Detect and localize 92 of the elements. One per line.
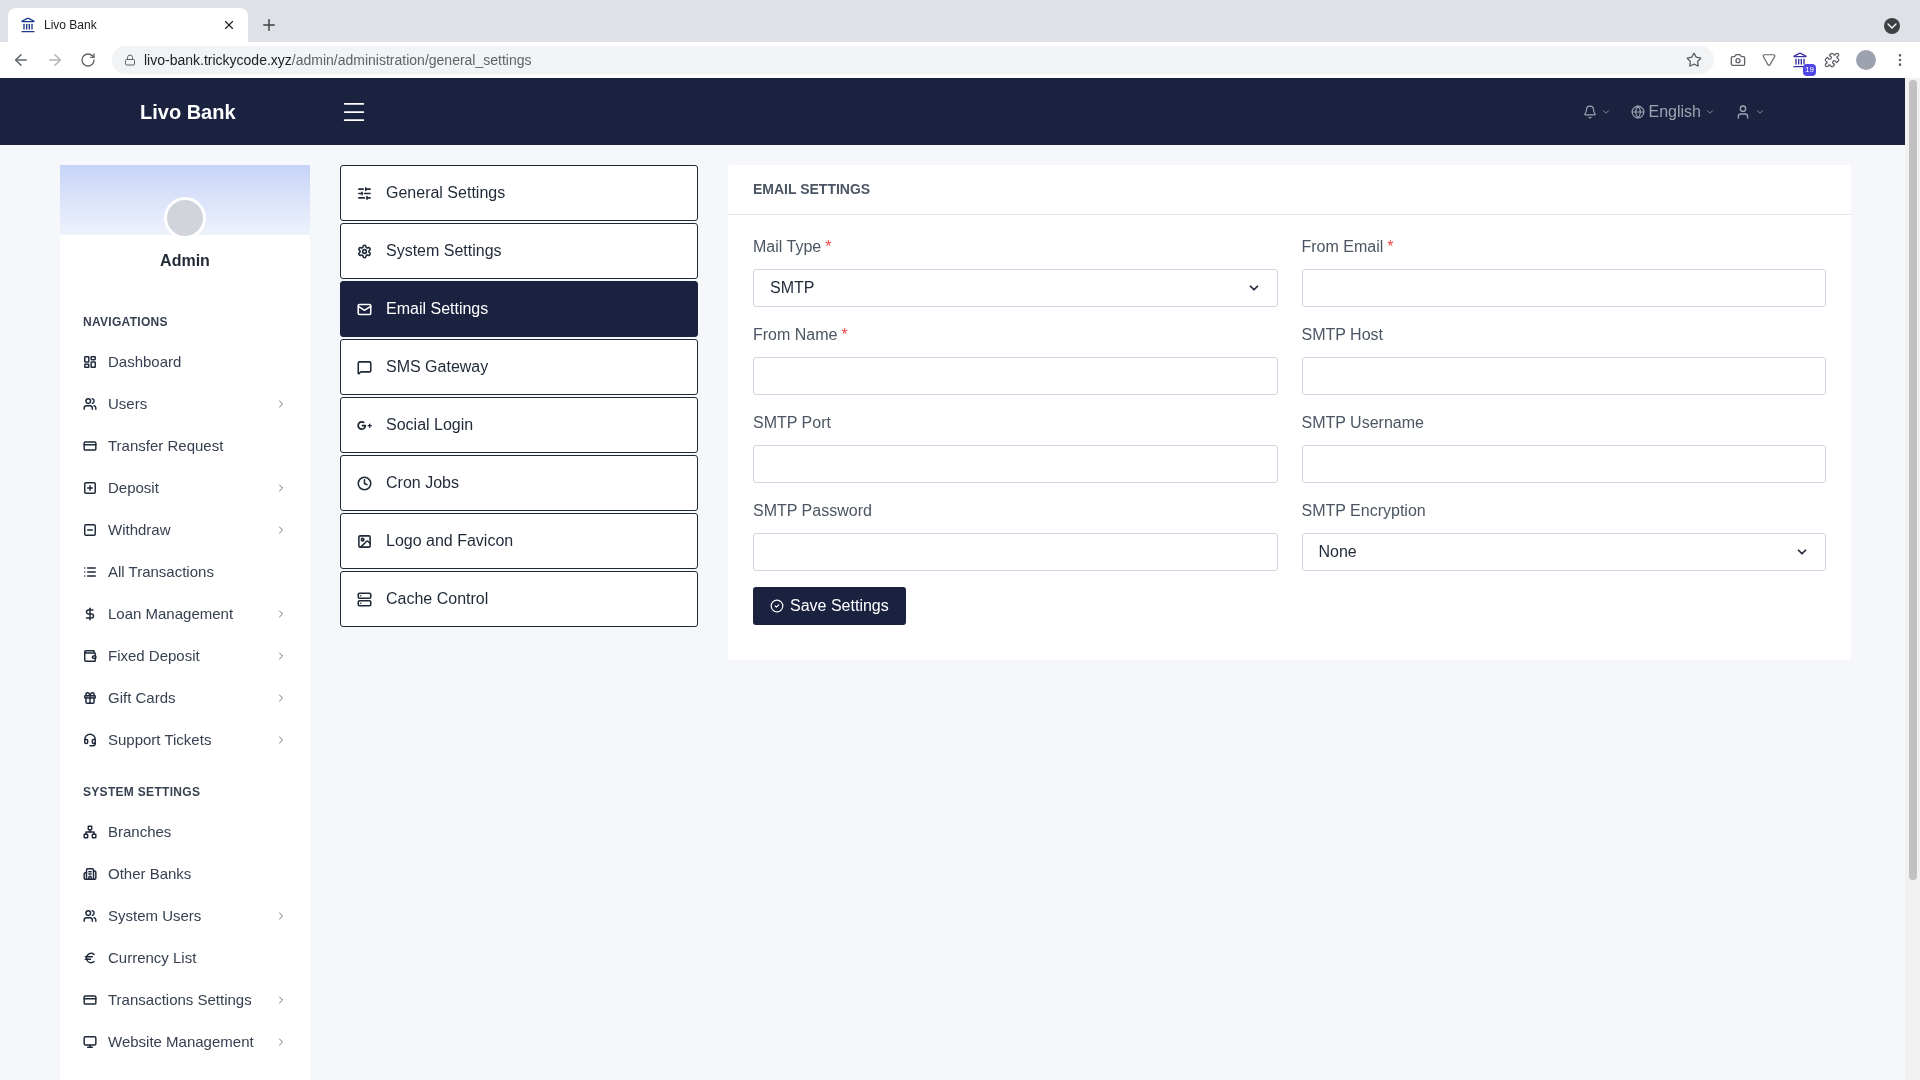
triangle-icon[interactable] <box>1762 53 1776 67</box>
close-icon[interactable] <box>222 18 236 32</box>
field-label: SMTP Username <box>1301 413 1424 433</box>
browser-tab[interactable]: Livo Bank <box>8 8 248 42</box>
clock-icon <box>357 475 372 491</box>
user-icon <box>1735 103 1751 120</box>
input-field[interactable] <box>753 533 1278 571</box>
user-dropdown[interactable] <box>1735 103 1765 120</box>
card-title: EMAIL SETTINGS <box>728 165 1851 215</box>
sidebar-item[interactable]: Deposit <box>60 467 310 509</box>
tab-search-icon[interactable] <box>1884 18 1900 34</box>
bell-icon <box>1582 104 1597 119</box>
field-label: From Email <box>1301 237 1384 257</box>
sidebar-item[interactable]: Gift Cards <box>60 677 310 719</box>
sidebar-item[interactable]: System Users <box>60 895 310 937</box>
sidebar-item[interactable]: Withdraw <box>60 509 310 551</box>
sitemap-icon <box>83 825 97 839</box>
extension-icon[interactable] <box>1792 52 1808 68</box>
settings-tab[interactable]: System Settings <box>340 223 698 279</box>
bookmark-star-icon[interactable] <box>1686 52 1702 68</box>
field-label: SMTP Encryption <box>1301 501 1426 521</box>
field-label: SMTP Host <box>1301 325 1383 345</box>
plus-square-icon <box>83 481 97 495</box>
address-bar[interactable]: livo-bank.trickycode.xyz/admin/administration/general_settings <box>112 46 1714 74</box>
dollar-icon <box>83 607 97 621</box>
save-button[interactable]: Save Settings <box>753 587 906 625</box>
extensions-icon[interactable] <box>1824 52 1840 68</box>
language-dropdown[interactable]: English <box>1630 99 1715 124</box>
globe-icon <box>1630 104 1645 119</box>
sidebar-item[interactable]: Other Banks <box>60 853 310 895</box>
dashboard-icon <box>83 355 97 369</box>
sidebar-item[interactable]: Fixed Deposit <box>60 635 310 677</box>
gift-icon <box>83 691 97 705</box>
server-icon <box>357 591 372 607</box>
input-field[interactable] <box>1301 445 1826 483</box>
extension-badge: 19 <box>1803 64 1816 76</box>
sidebar-item[interactable]: Transactions Settings <box>60 979 310 1021</box>
settings-tab[interactable]: Cache Control <box>340 571 698 627</box>
envelope-icon <box>357 301 372 317</box>
required-asterisk: * <box>825 237 832 257</box>
select-field[interactable]: None <box>1301 533 1826 571</box>
list-icon <box>83 565 97 579</box>
new-tab-icon[interactable] <box>260 16 278 34</box>
field-label: From Name <box>753 325 838 345</box>
settings-tab[interactable]: SMS Gateway <box>340 339 698 395</box>
sidebar-item[interactable]: Transfer Request <box>60 425 310 467</box>
card-icon <box>83 993 97 1007</box>
monitor-icon <box>83 1035 97 1049</box>
required-asterisk: * <box>1387 237 1394 257</box>
users-icon <box>83 397 97 411</box>
card-icon <box>83 439 97 453</box>
settings-tab[interactable]: Cron Jobs <box>340 455 698 511</box>
avatar <box>164 197 206 239</box>
minus-square-icon <box>83 523 97 537</box>
chat-icon <box>357 359 372 375</box>
field-label: SMTP Password <box>753 501 872 521</box>
sidebar-item[interactable]: Branches <box>60 811 310 853</box>
settings-tab[interactable]: Logo and Favicon <box>340 513 698 569</box>
sidebar-item[interactable]: Users <box>60 383 310 425</box>
sliders-icon <box>357 185 372 201</box>
section-heading: SYSTEM SETTINGS <box>82 784 202 801</box>
sidebar-item[interactable]: Support Tickets <box>60 719 310 761</box>
camera-icon[interactable] <box>1730 52 1746 68</box>
input-field[interactable] <box>1301 357 1826 395</box>
image-icon <box>357 533 372 549</box>
input-field[interactable] <box>753 445 1278 483</box>
sidebar-item[interactable]: Currency List <box>60 937 310 979</box>
settings-tab[interactable]: Social Login <box>340 397 698 453</box>
settings-tab[interactable]: General Settings <box>340 165 698 221</box>
back-icon[interactable] <box>12 51 30 69</box>
required-asterisk: * <box>841 325 848 345</box>
lock-icon <box>124 54 136 66</box>
settings-tab[interactable]: Email Settings <box>340 281 698 337</box>
brand-name: Livo Bank <box>140 99 237 125</box>
profile-name: Admin <box>160 251 210 271</box>
headset-icon <box>83 733 97 747</box>
input-field[interactable] <box>753 357 1278 395</box>
gears-icon <box>357 243 372 259</box>
sidebar-item[interactable]: Website Management <box>60 1021 310 1063</box>
select-field[interactable]: SMTP <box>753 269 1278 307</box>
reload-icon[interactable] <box>80 52 96 68</box>
field-label: Mail Type <box>753 237 822 257</box>
euro-icon <box>83 951 97 965</box>
sidebar-item[interactable]: Loan Management <box>60 593 310 635</box>
field-label: SMTP Port <box>753 413 831 433</box>
section-heading: NAVIGATIONS <box>82 314 169 331</box>
users-icon <box>83 909 97 923</box>
check-circle-icon <box>770 599 784 613</box>
notifications-dropdown[interactable] <box>1582 104 1611 119</box>
sidebar-item[interactable]: All Transactions <box>60 551 310 593</box>
sidebar-item[interactable]: Dashboard <box>60 341 310 383</box>
input-field[interactable] <box>1301 269 1826 307</box>
